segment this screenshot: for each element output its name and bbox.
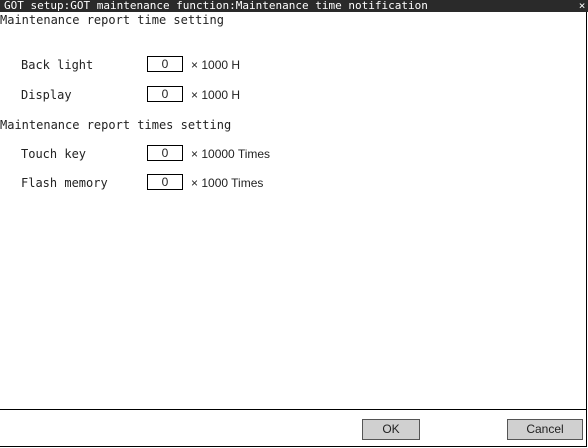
ok-button[interactable]: OK (362, 419, 420, 440)
touch-key-value-input[interactable]: 0 (147, 145, 183, 161)
close-icon[interactable]: × (577, 0, 587, 11)
time-setting-heading: Maintenance report time setting (0, 13, 224, 27)
back-light-label: Back light (21, 58, 94, 72)
flash-memory-value-input[interactable]: 0 (147, 174, 183, 190)
display-value-input[interactable]: 0 (147, 86, 183, 102)
back-light-value-input[interactable]: 0 (147, 56, 183, 72)
maintenance-time-notification-window: GOT setup:GOT maintenance function:Maint… (0, 0, 588, 447)
back-light-unit: × 1000 H (191, 58, 241, 72)
display-unit: × 1000 H (191, 88, 241, 102)
touch-key-label: Touch key (21, 147, 87, 161)
title-bar: GOT setup:GOT maintenance function:Maint… (0, 0, 588, 12)
footer-divider (0, 409, 587, 410)
flash-memory-unit: × 1000 Times (191, 176, 264, 190)
display-label: Display (21, 88, 72, 102)
cancel-button[interactable]: Cancel (507, 419, 583, 440)
touch-key-unit: × 10000 Times (191, 147, 271, 161)
window-title: GOT setup:GOT maintenance function:Maint… (4, 0, 428, 12)
times-setting-heading: Maintenance report times setting (0, 118, 232, 132)
flash-memory-label: Flash memory (21, 176, 108, 190)
